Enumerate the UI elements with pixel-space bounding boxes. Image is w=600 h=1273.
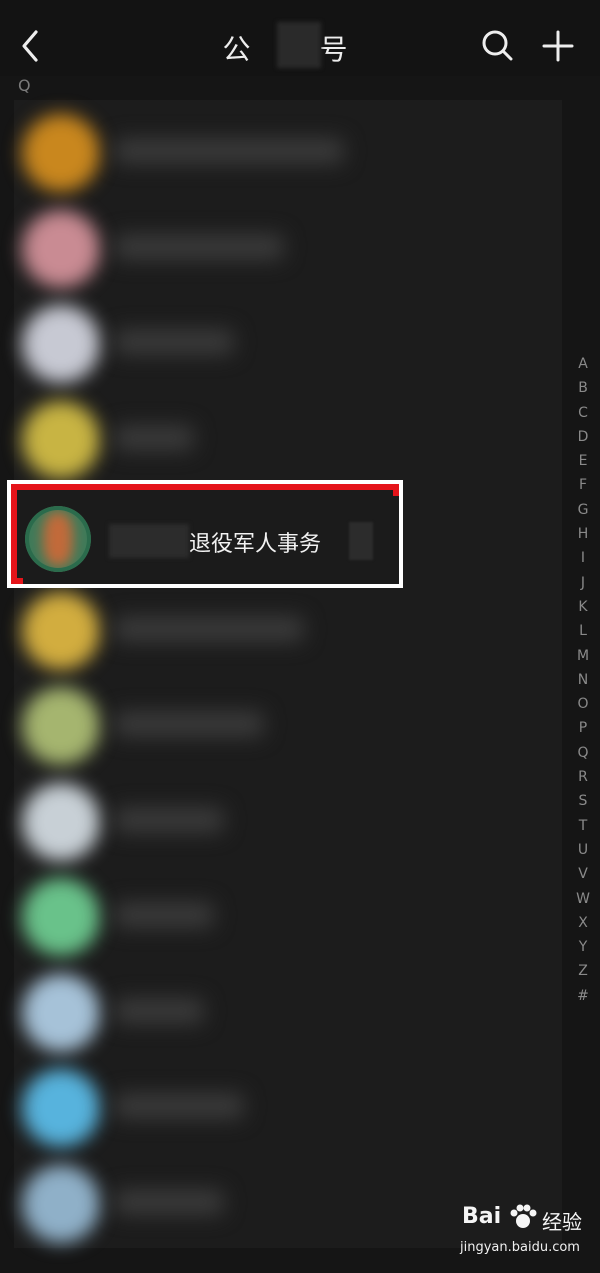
- index-letter[interactable]: A: [571, 352, 595, 376]
- index-letter[interactable]: H: [571, 522, 595, 546]
- index-letter[interactable]: S: [571, 789, 595, 813]
- blurred-account-name: [114, 902, 214, 928]
- index-letter[interactable]: I: [571, 546, 595, 570]
- blurred-account-name: [114, 329, 234, 355]
- watermark-logo: Bai: [462, 1204, 502, 1229]
- name-redaction-tail: [349, 522, 373, 560]
- name-redaction: [109, 524, 189, 558]
- alphabet-index[interactable]: A B C D E F G H I J K L M N O P Q R S T U V W X Y Z #: [571, 352, 595, 1008]
- index-letter[interactable]: F: [571, 473, 595, 497]
- blurred-account-name: [114, 233, 284, 260]
- index-letter[interactable]: X: [571, 911, 595, 935]
- list-item[interactable]: [14, 1055, 562, 1151]
- index-letter[interactable]: V: [571, 862, 595, 886]
- watermark-brand: 经验: [542, 1210, 582, 1234]
- blurred-account-name: [114, 997, 204, 1024]
- index-letter[interactable]: Y: [571, 935, 595, 959]
- top-bar: 公 号: [0, 0, 600, 76]
- avatar: [22, 591, 100, 670]
- index-letter[interactable]: L: [571, 619, 595, 643]
- index-letter[interactable]: B: [571, 376, 595, 400]
- index-letter[interactable]: O: [571, 692, 595, 716]
- avatar: [22, 305, 100, 383]
- highlight-red-frame: 退役军人事务: [11, 484, 399, 584]
- blurred-account-name: [114, 1093, 244, 1119]
- avatar: [25, 506, 91, 572]
- blurred-account-name: [114, 806, 224, 833]
- blurred-account-name: [114, 711, 264, 737]
- avatar: [22, 1069, 100, 1147]
- list-item[interactable]: [14, 196, 562, 292]
- avatar: [22, 973, 100, 1052]
- index-letter[interactable]: C: [571, 401, 595, 425]
- avatar: [22, 878, 100, 956]
- index-letter[interactable]: N: [571, 668, 595, 692]
- index-letter[interactable]: E: [571, 449, 595, 473]
- list-item[interactable]: 退役军人事务: [23, 496, 399, 584]
- avatar: [22, 687, 100, 765]
- index-letter[interactable]: Z: [571, 959, 595, 983]
- list-item[interactable]: [14, 960, 562, 1056]
- index-letter[interactable]: T: [571, 814, 595, 838]
- index-letter[interactable]: P: [571, 716, 595, 740]
- index-letter[interactable]: #: [571, 984, 595, 1008]
- avatar: [22, 782, 100, 861]
- list-item[interactable]: [14, 864, 562, 960]
- watermark-url: jingyan.baidu.com: [460, 1240, 580, 1255]
- list-item[interactable]: [14, 291, 562, 387]
- list-item[interactable]: [14, 769, 562, 865]
- blurred-account-name: [114, 424, 194, 451]
- list-item[interactable]: [14, 578, 562, 674]
- plus-icon[interactable]: [538, 26, 578, 66]
- highlighted-list-item[interactable]: 退役军人事务: [7, 480, 403, 588]
- index-letter[interactable]: J: [571, 571, 595, 595]
- title-redaction: [277, 22, 321, 68]
- index-letter[interactable]: D: [571, 425, 595, 449]
- index-letter[interactable]: U: [571, 838, 595, 862]
- paw-icon: [510, 1204, 537, 1228]
- list-item[interactable]: [14, 673, 562, 769]
- index-letter[interactable]: Q: [571, 741, 595, 765]
- list-item[interactable]: [14, 387, 562, 483]
- blurred-account-name: [114, 615, 304, 642]
- index-letter[interactable]: W: [571, 887, 595, 911]
- blurred-account-name: [114, 138, 344, 164]
- section-header-letter: Q: [18, 76, 31, 95]
- watermark: Bai 经验 jingyan.baidu.com: [456, 1204, 596, 1264]
- index-letter[interactable]: M: [571, 644, 595, 668]
- avatar: [22, 209, 100, 288]
- account-name: 退役军人事务: [189, 532, 322, 557]
- blurred-account-name: [114, 1188, 224, 1215]
- index-letter[interactable]: K: [571, 595, 595, 619]
- search-icon[interactable]: [478, 26, 518, 66]
- avatar: [22, 114, 100, 192]
- official-accounts-list: [14, 100, 562, 1248]
- index-letter[interactable]: R: [571, 765, 595, 789]
- list-item[interactable]: [14, 100, 562, 196]
- avatar: [22, 400, 100, 479]
- avatar: [22, 1164, 100, 1243]
- index-letter[interactable]: G: [571, 498, 595, 522]
